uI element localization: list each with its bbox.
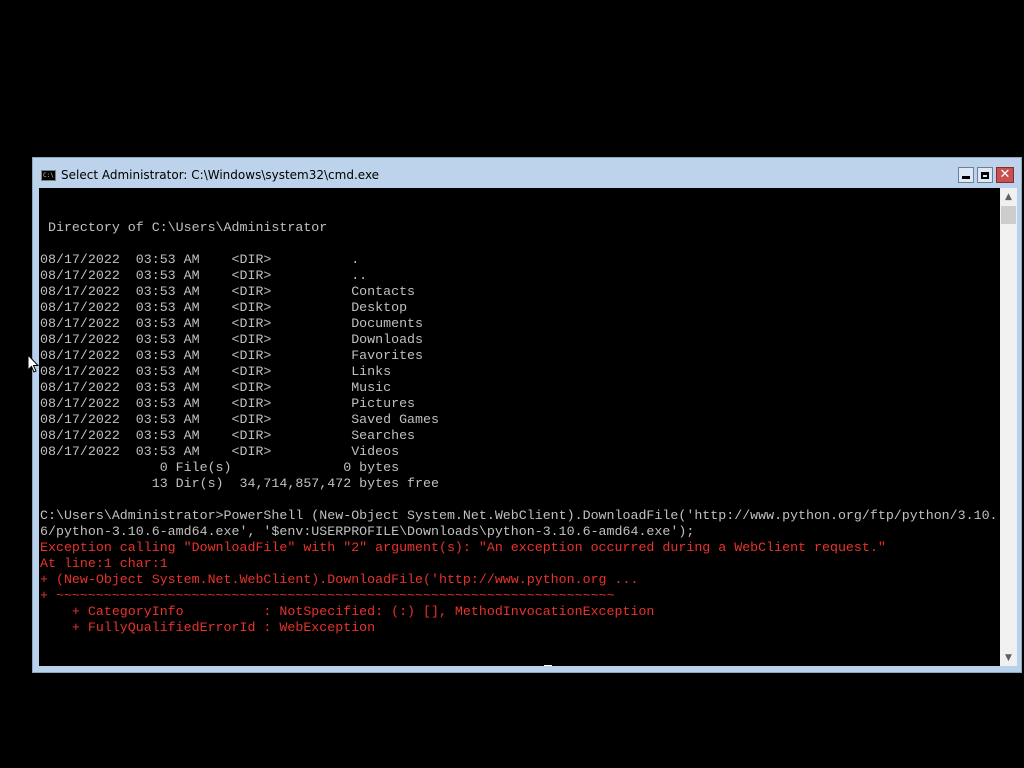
cmd-window[interactable]: C:\ Select Administrator: C:\Windows\sys…: [32, 157, 1022, 673]
console-line: Directory of C:\Users\Administrator: [40, 220, 328, 235]
console-line: 13 Dir(s) 34,714,857,472 bytes free: [40, 476, 439, 491]
minimize-icon: [962, 176, 970, 179]
console-line: 08/17/2022 03:53 AM <DIR> Favorites: [40, 348, 424, 363]
console-line: 08/17/2022 03:53 AM <DIR> Documents: [40, 316, 424, 331]
window-title: Select Administrator: C:\Windows\system3…: [61, 168, 380, 182]
close-button[interactable]: ✕: [996, 167, 1014, 183]
console-error-line: + ~~~~~~~~~~~~~~~~~~~~~~~~~~~~~~~~~~~~~~…: [40, 588, 615, 603]
console-line: 08/17/2022 03:53 AM <DIR> Pictures: [40, 396, 416, 411]
console-error-line: + (New-Object System.Net.WebClient).Down…: [40, 572, 639, 587]
cmd-icon[interactable]: C:\: [41, 170, 56, 181]
console-line: 08/17/2022 03:53 AM <DIR> Searches: [40, 428, 416, 443]
mouse-pointer-icon: [27, 354, 39, 373]
console-line: 6/python-3.10.6-amd64.exe', '$env:USERPR…: [40, 524, 695, 539]
scroll-down-button[interactable]: ▼: [1000, 649, 1017, 666]
vertical-scrollbar[interactable]: ▲ ▼: [1000, 188, 1017, 666]
minimize-button[interactable]: [958, 167, 974, 183]
console-line: 08/17/2022 03:53 AM <DIR> Contacts: [40, 284, 416, 299]
console-line: 08/17/2022 03:53 AM <DIR> Desktop: [40, 300, 408, 315]
console-output[interactable]: Directory of C:\Users\Administrator 08/17…: [39, 188, 1000, 666]
console-error-line: + CategoryInfo : NotSpecified: (:) [], M…: [40, 604, 655, 619]
console-line: 08/17/2022 03:53 AM <DIR> Downloads: [40, 332, 424, 347]
console-lines: Directory of C:\Users\Administrator 08/17…: [40, 204, 998, 666]
scroll-up-button[interactable]: ▲: [1000, 188, 1017, 205]
maximize-icon: [981, 171, 989, 179]
console-error-line: + FullyQualifiedErrorId : WebException: [40, 620, 376, 635]
console-error-line: At line:1 char:1: [40, 556, 168, 571]
text-cursor: [544, 665, 552, 666]
console-line: 0 File(s) 0 bytes: [40, 460, 400, 475]
console-line: 08/17/2022 03:53 AM <DIR> Saved Games: [40, 412, 439, 427]
scrollbar-thumb[interactable]: [1001, 206, 1016, 224]
console-line: 08/17/2022 03:53 AM <DIR> Links: [40, 364, 392, 379]
console-line: C:\Users\Administrator>PowerShell (New-O…: [40, 508, 998, 523]
console-line: 08/17/2022 03:53 AM <DIR> .: [40, 252, 360, 267]
close-icon: ✕: [999, 167, 1011, 182]
console-line: 08/17/2022 03:53 AM <DIR> Music: [40, 380, 392, 395]
maximize-button[interactable]: [977, 167, 993, 183]
scroll-down-arrow-icon: ▼: [1005, 652, 1012, 663]
title-bar[interactable]: C:\ Select Administrator: C:\Windows\sys…: [33, 158, 1021, 187]
console-line: 08/17/2022 03:53 AM <DIR> Videos: [40, 444, 400, 459]
scroll-up-arrow-icon: ▲: [1005, 191, 1012, 202]
console-line: 08/17/2022 03:53 AM <DIR> ..: [40, 268, 368, 283]
console-error-line: Exception calling "DownloadFile" with "2…: [40, 540, 886, 555]
